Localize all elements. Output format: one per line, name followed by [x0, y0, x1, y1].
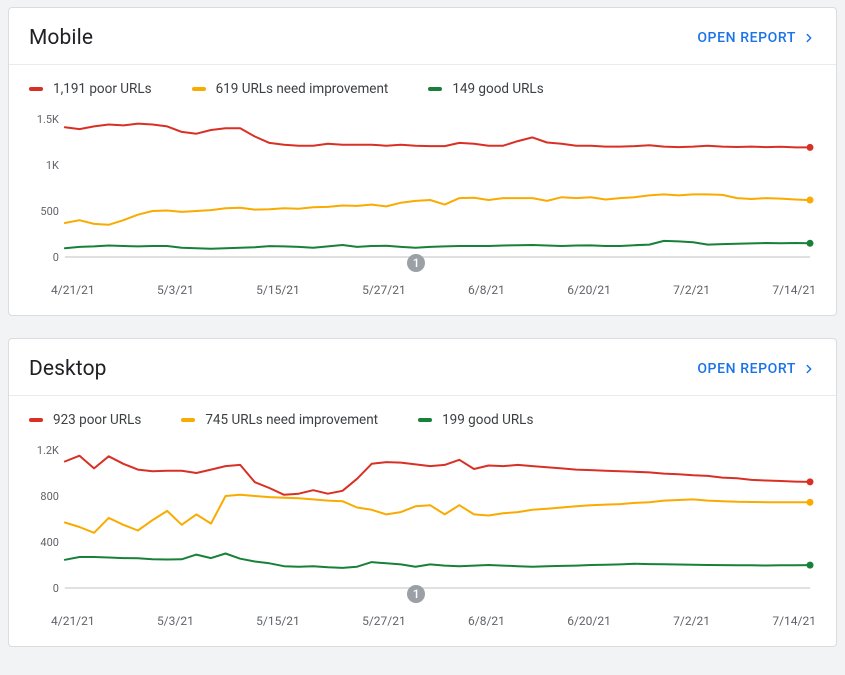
svg-text:1K: 1K	[46, 159, 59, 172]
legend-label-needs-improvement: 745 URLs need improvement	[205, 412, 378, 428]
swatch-needs-improvement-icon	[181, 418, 195, 422]
xaxis-tick: 5/15/21	[256, 614, 300, 628]
xaxis-tick: 4/21/21	[51, 283, 95, 297]
open-report-label: OPEN REPORT	[697, 361, 796, 377]
xaxis-tick: 6/20/21	[567, 283, 611, 297]
chart-wrap-desktop: 04008001.2K 1	[9, 436, 836, 606]
swatch-needs-improvement-icon	[192, 87, 206, 91]
legend-item-good: 199 good URLs	[418, 412, 533, 428]
card-title-mobile: Mobile	[29, 26, 93, 50]
svg-text:1.2K: 1.2K	[37, 444, 59, 457]
core-web-vitals-report: Mobile OPEN REPORT 1,191 poor URLs 619 U…	[0, 0, 845, 647]
chevron-right-icon	[802, 31, 816, 45]
svg-text:400: 400	[40, 536, 58, 549]
line-chart-desktop: 0 400 800 1.2K	[29, 442, 816, 602]
card-mobile: Mobile OPEN REPORT 1,191 poor URLs 619 U…	[8, 7, 837, 316]
legend-item-good: 149 good URLs	[428, 81, 543, 97]
xaxis-tick: 7/14/21	[772, 614, 816, 628]
swatch-good-icon	[428, 87, 442, 91]
card-header-mobile: Mobile OPEN REPORT	[9, 8, 836, 64]
open-report-label: OPEN REPORT	[697, 30, 796, 46]
legend-item-needs-improvement: 619 URLs need improvement	[192, 81, 389, 97]
xaxis-tick: 4/21/21	[51, 614, 95, 628]
legend-label-poor: 1,191 poor URLs	[53, 81, 152, 97]
chart-wrap-mobile: 05001K1.5K 1	[9, 105, 836, 275]
xaxis-tick: 7/2/21	[673, 614, 710, 628]
xaxis-desktop: 4/21/21 5/3/21 5/15/21 5/27/21 6/8/21 6/20/21…	[9, 606, 836, 646]
svg-text:0: 0	[53, 582, 59, 595]
svg-text:1.5K: 1.5K	[37, 113, 59, 126]
svg-text:0: 0	[53, 251, 59, 264]
open-report-mobile-button[interactable]: OPEN REPORT	[697, 30, 816, 46]
legend-item-needs-improvement: 745 URLs need improvement	[181, 412, 378, 428]
xaxis-tick: 6/8/21	[468, 283, 505, 297]
legend-label-needs-improvement: 619 URLs need improvement	[216, 81, 389, 97]
line-chart-mobile: 0 500 1K 1.5K	[29, 111, 816, 271]
svg-text:500: 500	[40, 205, 58, 218]
legend-label-good: 149 good URLs	[452, 81, 543, 97]
chevron-right-icon	[802, 362, 816, 376]
card-title-desktop: Desktop	[29, 357, 107, 381]
xaxis-tick: 7/14/21	[772, 283, 816, 297]
xaxis-tick: 5/27/21	[362, 283, 406, 297]
xaxis-tick: 5/3/21	[157, 614, 194, 628]
legend-label-good: 199 good URLs	[442, 412, 533, 428]
legend-item-poor: 923 poor URLs	[29, 412, 141, 428]
legend-mobile: 1,191 poor URLs 619 URLs need improvemen…	[9, 65, 836, 105]
legend-desktop: 923 poor URLs 745 URLs need improvement …	[9, 396, 836, 436]
xaxis-tick: 5/3/21	[157, 283, 194, 297]
swatch-poor-icon	[29, 87, 43, 91]
card-desktop: Desktop OPEN REPORT 923 poor URLs 745 UR…	[8, 338, 837, 647]
svg-text:800: 800	[40, 490, 58, 503]
card-header-desktop: Desktop OPEN REPORT	[9, 339, 836, 395]
legend-label-poor: 923 poor URLs	[53, 412, 141, 428]
xaxis-tick: 7/2/21	[673, 283, 710, 297]
swatch-good-icon	[418, 418, 432, 422]
xaxis-tick: 5/15/21	[256, 283, 300, 297]
xaxis-tick: 6/20/21	[567, 614, 611, 628]
xaxis-mobile: 4/21/21 5/3/21 5/15/21 5/27/21 6/8/21 6/20/21…	[9, 275, 836, 315]
xaxis-tick: 6/8/21	[468, 614, 505, 628]
open-report-desktop-button[interactable]: OPEN REPORT	[697, 361, 816, 377]
legend-item-poor: 1,191 poor URLs	[29, 81, 152, 97]
xaxis-tick: 5/27/21	[362, 614, 406, 628]
swatch-poor-icon	[29, 418, 43, 422]
